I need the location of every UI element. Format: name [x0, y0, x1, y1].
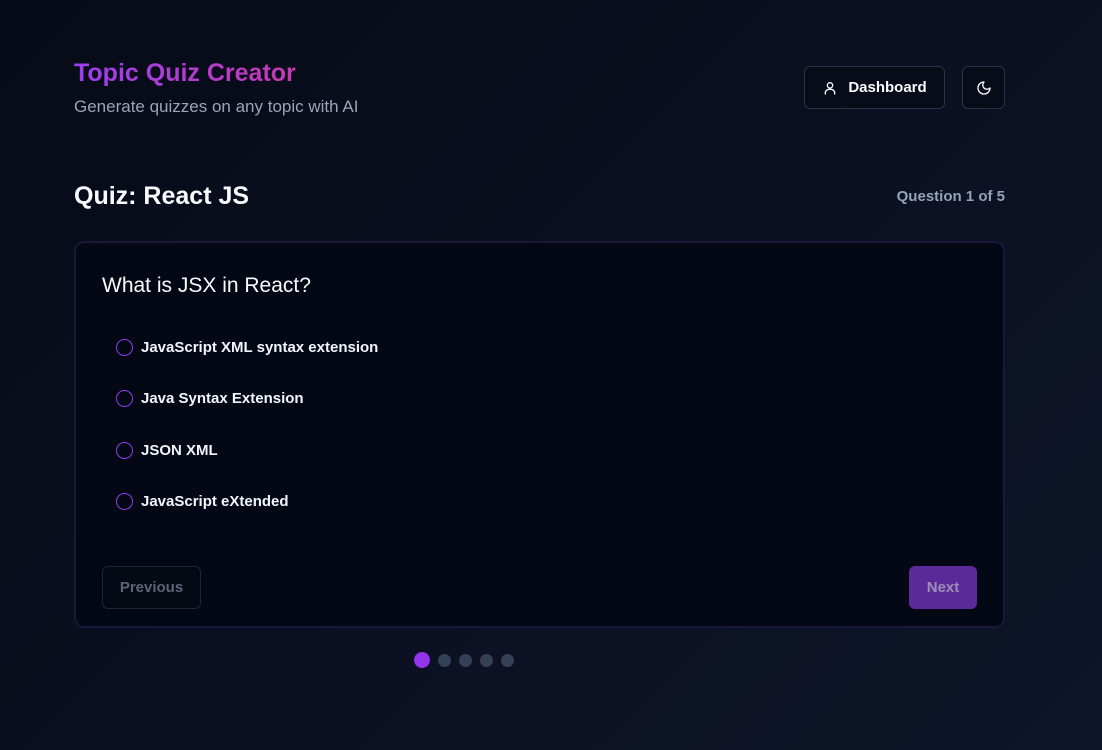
header: Topic Quiz Creator Generate quizzes on a…: [74, 58, 1005, 118]
radio-button[interactable]: [116, 441, 133, 459]
radio-button[interactable]: [116, 338, 133, 356]
dashboard-button[interactable]: Dashboard: [804, 66, 945, 109]
answer-option[interactable]: Java Syntax Extension: [116, 387, 378, 411]
answer-option[interactable]: JSON XML: [116, 438, 378, 462]
user-icon: [822, 80, 838, 96]
header-actions: Dashboard: [804, 66, 1005, 109]
moon-icon: [976, 80, 992, 96]
app-title: Topic Quiz Creator: [74, 59, 296, 87]
quiz-title: Quiz: React JS: [74, 182, 250, 210]
question-text: What is JSX in React?: [102, 274, 311, 297]
answer-option-label: JSON XML: [141, 441, 218, 459]
theme-toggle-button[interactable]: [962, 66, 1005, 109]
answer-option-label: JavaScript XML syntax extension: [141, 338, 379, 356]
pagination-dot[interactable]: [501, 653, 514, 667]
pagination-dot[interactable]: [480, 653, 493, 667]
answer-option[interactable]: JavaScript XML syntax extension: [116, 335, 378, 359]
radio-button[interactable]: [116, 390, 133, 407]
question-pagination: [414, 652, 514, 668]
previous-button[interactable]: Previous: [102, 566, 201, 609]
answer-options: JavaScript XML syntax extension Java Syn…: [116, 335, 378, 541]
answer-option-label: Java Syntax Extension: [141, 390, 304, 407]
pagination-dot[interactable]: [459, 653, 472, 667]
question-progress: Question 1 of 5: [896, 188, 1005, 205]
answer-option[interactable]: JavaScript eXtended: [116, 490, 378, 514]
dashboard-label: Dashboard: [848, 79, 927, 96]
app-subtitle: Generate quizzes on any topic with AI: [74, 97, 359, 116]
pagination-dot-active[interactable]: [414, 652, 430, 668]
answer-option-label: JavaScript eXtended: [141, 493, 289, 510]
next-button[interactable]: Next: [909, 566, 977, 609]
pagination-dot[interactable]: [438, 653, 451, 667]
question-card: What is JSX in React? JavaScript XML syn…: [74, 241, 1005, 628]
radio-button[interactable]: [116, 493, 133, 510]
